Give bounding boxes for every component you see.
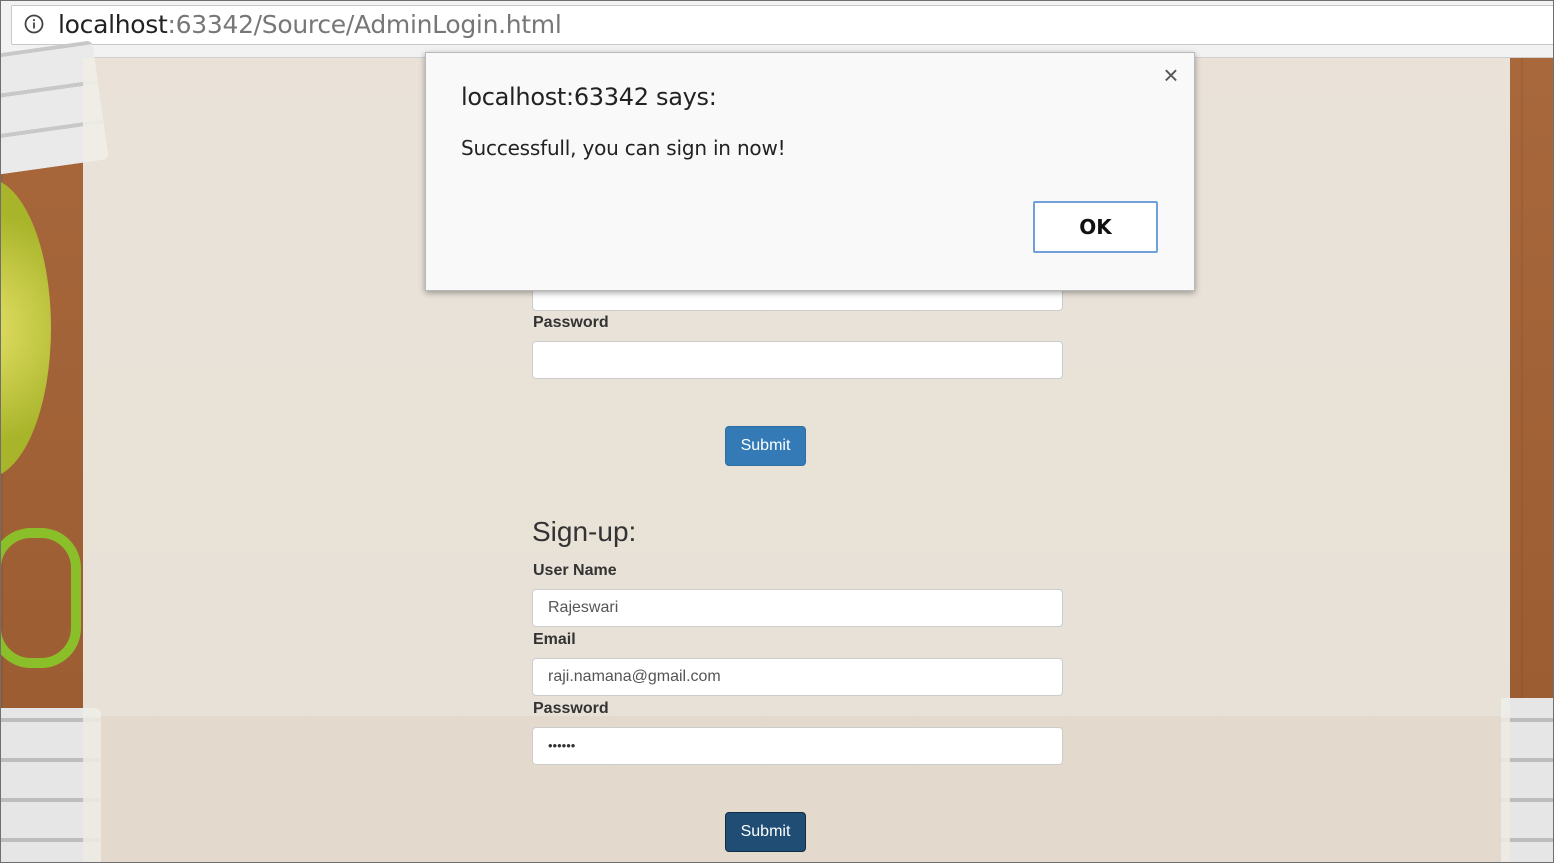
- signup-email-label: Email: [533, 631, 576, 648]
- signup-password-field[interactable]: ••••••: [532, 727, 1063, 765]
- scissors-decoration: [1, 528, 81, 668]
- browser-window: localhost:63342/Source/AdminLogin.html P…: [0, 0, 1554, 863]
- signup-email-field[interactable]: raji.namana@gmail.com: [532, 658, 1063, 696]
- signup-password-label: Password: [533, 700, 609, 717]
- ok-button[interactable]: OK: [1033, 201, 1158, 253]
- browser-toolbar: localhost:63342/Source/AdminLogin.html: [1, 1, 1553, 58]
- login-submit-button[interactable]: Submit: [725, 426, 806, 466]
- alert-dialog: × localhost:63342 says: Successfull, you…: [425, 52, 1195, 291]
- address-bar[interactable]: localhost:63342/Source/AdminLogin.html: [11, 5, 1553, 45]
- login-password-field[interactable]: [532, 341, 1063, 379]
- signup-title: Sign-up:: [532, 516, 637, 547]
- login-password-label: Password: [533, 314, 609, 331]
- signup-username-field[interactable]: Rajeswari: [532, 589, 1063, 627]
- url-host: localhost: [58, 10, 168, 39]
- url-path: :63342/Source/AdminLogin.html: [167, 10, 562, 39]
- dialog-title: localhost:63342 says:: [461, 83, 717, 111]
- dialog-message: Successfull, you can sign in now!: [461, 136, 786, 160]
- signup-username-label: User Name: [533, 562, 617, 579]
- info-icon[interactable]: [24, 14, 44, 34]
- url-text[interactable]: localhost:63342/Source/AdminLogin.html: [58, 10, 562, 40]
- signup-submit-button[interactable]: Submit: [725, 812, 806, 852]
- close-icon[interactable]: ×: [1159, 62, 1183, 88]
